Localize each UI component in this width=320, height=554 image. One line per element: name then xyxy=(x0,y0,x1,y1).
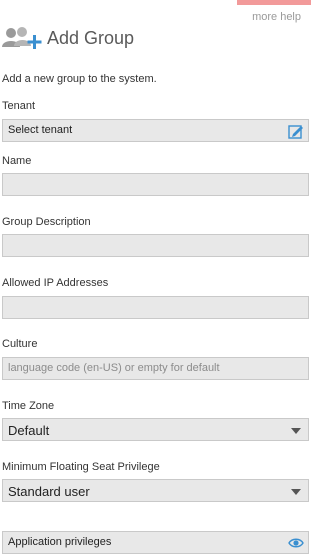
tenant-field[interactable]: Select tenant xyxy=(2,119,309,142)
tenant-label: Tenant xyxy=(2,100,36,112)
more-help-link[interactable]: more help xyxy=(252,11,301,23)
ip-label: Allowed IP Addresses xyxy=(2,277,109,289)
culture-placeholder: language code (en-US) or empty for defau… xyxy=(8,362,220,374)
timezone-value: Default xyxy=(8,423,50,438)
intro-text: Add a new group to the system. xyxy=(2,73,157,85)
top-accent-bar xyxy=(237,0,311,5)
culture-label: Culture xyxy=(2,338,38,350)
description-label: Group Description xyxy=(2,216,91,228)
chevron-down-icon[interactable] xyxy=(291,428,301,434)
timezone-select[interactable]: Default xyxy=(2,418,309,441)
chevron-down-icon[interactable] xyxy=(291,489,301,495)
culture-input[interactable]: language code (en-US) or empty for defau… xyxy=(2,357,309,380)
tenant-value: Select tenant xyxy=(8,124,73,136)
seat-privilege-select[interactable]: Standard user xyxy=(2,479,309,502)
edit-icon[interactable] xyxy=(288,123,304,139)
seat-value: Standard user xyxy=(8,484,90,499)
add-group-icon xyxy=(2,27,42,49)
timezone-label: Time Zone xyxy=(2,400,55,412)
application-privileges-value: Application privileges xyxy=(8,536,112,548)
application-privileges-field[interactable]: Application privileges xyxy=(2,531,309,554)
name-label: Name xyxy=(2,155,32,167)
page-title: Add Group xyxy=(47,27,135,48)
seat-label: Minimum Floating Seat Privilege xyxy=(2,461,160,473)
page-header: Add Group xyxy=(2,24,134,52)
name-input[interactable] xyxy=(2,173,309,196)
eye-icon[interactable] xyxy=(288,535,304,551)
description-input[interactable] xyxy=(2,234,309,257)
ip-input[interactable] xyxy=(2,296,309,319)
